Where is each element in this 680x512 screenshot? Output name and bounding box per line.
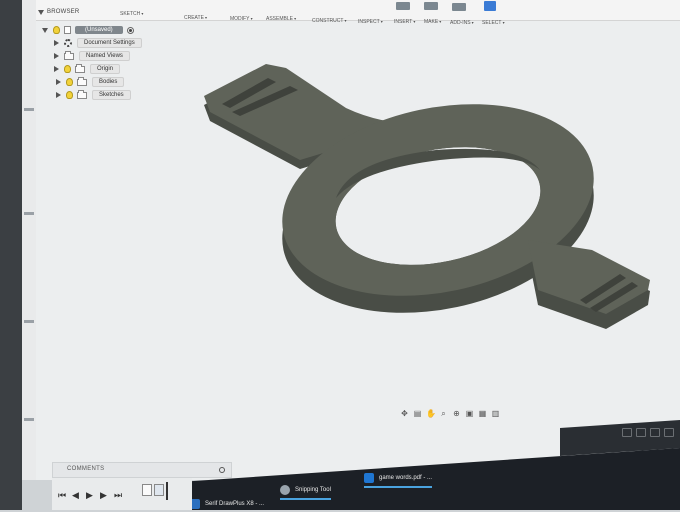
extrude-feature-icon[interactable] bbox=[154, 484, 164, 496]
last-icon[interactable]: ⏭ bbox=[114, 490, 122, 501]
tray-icon[interactable] bbox=[636, 428, 646, 437]
previous-icon[interactable]: ◀ bbox=[72, 490, 79, 501]
taskbar-item-snipping-tool[interactable]: Snipping Tool bbox=[280, 482, 331, 500]
taskbar-item-label: Serif DrawPlus X8 - ... bbox=[205, 501, 265, 507]
system-tray bbox=[622, 428, 674, 437]
comments-panel[interactable]: COMMENTS bbox=[52, 462, 232, 478]
comments-toggle-icon[interactable] bbox=[219, 467, 225, 473]
battery-icon[interactable] bbox=[664, 428, 674, 437]
taskbar-item-label: Snipping Tool bbox=[295, 487, 331, 493]
tray-icon[interactable] bbox=[650, 428, 660, 437]
taskbar-item-pdf[interactable]: game words.pdf - ... bbox=[364, 470, 433, 488]
edge-browser-icon bbox=[364, 473, 374, 483]
play-icon[interactable]: ▶ bbox=[86, 490, 93, 501]
snipping-tool-icon bbox=[280, 485, 290, 495]
comments-title: COMMENTS bbox=[67, 466, 105, 472]
timeline-marker[interactable] bbox=[166, 482, 168, 500]
tray-icon[interactable] bbox=[622, 428, 632, 437]
timeline: ⏮ ◀ ▶ ▶ ⏭ bbox=[52, 478, 192, 510]
first-icon[interactable]: ⏮ bbox=[58, 490, 66, 501]
next-icon[interactable]: ▶ bbox=[100, 490, 107, 501]
taskbar-background bbox=[120, 420, 680, 510]
sketch-feature-icon[interactable] bbox=[142, 484, 152, 496]
taskbar-item-label: game words.pdf - ... bbox=[379, 475, 433, 481]
